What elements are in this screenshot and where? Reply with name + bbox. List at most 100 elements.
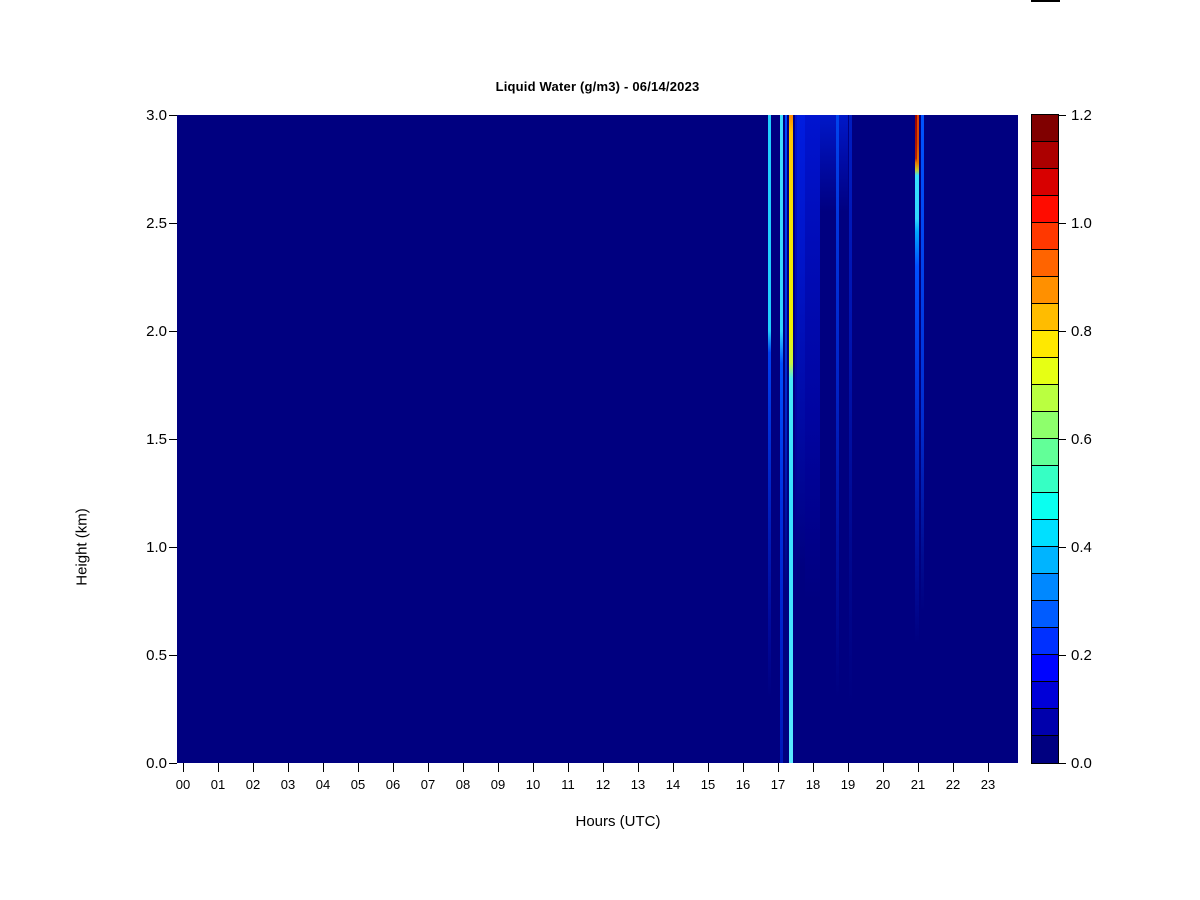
colorbar-segment: [1032, 115, 1058, 142]
x-tick-mark: [393, 763, 394, 772]
x-tick-mark: [323, 763, 324, 772]
y-tick-label: 1.0: [146, 539, 167, 556]
y-tick-label: 3.0: [146, 107, 167, 124]
colorbar-segment: [1032, 250, 1058, 277]
x-tick-label: 19: [840, 777, 856, 792]
x-tick-mark: [533, 763, 534, 772]
colorbar-segment: [1032, 628, 1058, 655]
colorbar-segment: [1032, 304, 1058, 331]
plot-area: [177, 115, 1018, 763]
colorbar-tick-label: 1.2: [1071, 107, 1092, 124]
colorbar-tick-label: 1.0: [1071, 215, 1092, 232]
y-tick-label: 2.5: [146, 215, 167, 232]
streak-1714utc: [785, 115, 788, 763]
colorbar-segment: [1032, 655, 1058, 682]
colorbar-segment: [1032, 547, 1058, 574]
x-tick-mark: [463, 763, 464, 772]
colorbar-segment: [1032, 574, 1058, 601]
x-tick-label: 18: [805, 777, 821, 792]
colorbar-tick-mark: [1059, 547, 1066, 548]
colorbar-tick-label: 0.6: [1071, 431, 1092, 448]
x-tick-mark: [358, 763, 359, 772]
x-tick-label: 22: [945, 777, 961, 792]
x-tick-mark: [848, 763, 849, 772]
colorbar-tick-mark: [1059, 223, 1066, 224]
colorbar-segment: [1032, 223, 1058, 250]
colorbar-tick-label: 0.8: [1071, 323, 1092, 340]
x-tick-mark: [813, 763, 814, 772]
x-tick-label: 10: [525, 777, 541, 792]
colorbar-segment: [1032, 412, 1058, 439]
x-tick-label: 06: [385, 777, 401, 792]
colorbar-segment: [1032, 493, 1058, 520]
x-tick-label: 17: [770, 777, 786, 792]
y-tick-mark: [169, 115, 177, 116]
x-tick-mark: [218, 763, 219, 772]
colorbar-segment: [1032, 466, 1058, 493]
x-tick-label: 13: [630, 777, 646, 792]
x-tick-label: 23: [980, 777, 996, 792]
x-tick-mark: [428, 763, 429, 772]
colorbar-segment: [1032, 385, 1058, 412]
y-tick-label: 0.5: [146, 647, 167, 664]
x-tick-label: 20: [875, 777, 891, 792]
y-tick-mark: [169, 331, 177, 332]
colorbar-segment: [1032, 169, 1058, 196]
x-tick-label: 15: [700, 777, 716, 792]
colorbar-tick-mark: [1059, 439, 1066, 440]
x-tick-label: 16: [735, 777, 751, 792]
x-tick-mark: [253, 763, 254, 772]
colorbar-segment: [1032, 142, 1058, 169]
streak-2058utc-core: [914, 115, 917, 763]
colorbar-tick-label: 0.2: [1071, 647, 1092, 664]
x-tick-mark: [778, 763, 779, 772]
colorbar-segment: [1032, 331, 1058, 358]
colorbar-segment: [1032, 709, 1058, 736]
streak-1723utc-main: [789, 115, 794, 763]
colorbar-segment: [1032, 682, 1058, 709]
colorbar-tick-label: 0.4: [1071, 539, 1092, 556]
colorbar-segment: [1032, 196, 1058, 223]
y-tick-mark: [169, 655, 177, 656]
figure-canvas: Liquid Water (g/m3) - 06/14/2023 Height …: [0, 0, 1200, 900]
x-tick-label: 12: [595, 777, 611, 792]
x-tick-mark: [638, 763, 639, 772]
x-tick-label: 03: [280, 777, 296, 792]
clipped-ui-fragment: [1031, 0, 1060, 2]
colorbar-tick-mark: [1059, 655, 1066, 656]
colorbar-tick-mark: [1059, 331, 1066, 332]
x-tick-mark: [918, 763, 919, 772]
x-tick-mark: [603, 763, 604, 772]
colorbar-tick-mark: [1059, 115, 1066, 116]
x-tick-mark: [953, 763, 954, 772]
x-tick-label: 21: [910, 777, 926, 792]
x-tick-label: 11: [561, 777, 575, 792]
x-tick-label: 00: [175, 777, 191, 792]
wash-top-1840utc: [820, 115, 848, 763]
colorbar-segment: [1032, 520, 1058, 547]
streak-1842utc: [836, 115, 839, 763]
x-tick-mark: [568, 763, 569, 772]
x-tick-label: 14: [665, 777, 681, 792]
x-tick-label: 05: [350, 777, 366, 792]
x-tick-mark: [988, 763, 989, 772]
x-tick-mark: [708, 763, 709, 772]
colorbar-tick-mark: [1059, 763, 1066, 764]
chart-title: Liquid Water (g/m3) - 06/14/2023: [495, 79, 700, 94]
colorbar-segment: [1032, 736, 1058, 763]
x-tick-label: 01: [210, 777, 226, 792]
y-tick-label: 0.0: [146, 755, 167, 772]
y-tick-label: 2.0: [146, 323, 167, 340]
colorbar-segment: [1032, 601, 1058, 628]
streak-1706utc: [780, 115, 783, 763]
colorbar: [1031, 114, 1059, 764]
streak-2108utc: [921, 115, 925, 763]
colorbar-segment: [1032, 277, 1058, 304]
x-tick-label: 02: [245, 777, 261, 792]
y-tick-mark: [169, 439, 177, 440]
colorbar-segment: [1032, 358, 1058, 385]
x-tick-label: 08: [455, 777, 471, 792]
streak-1646utc: [768, 115, 772, 763]
streak-1904utc: [848, 115, 852, 763]
x-tick-mark: [673, 763, 674, 772]
